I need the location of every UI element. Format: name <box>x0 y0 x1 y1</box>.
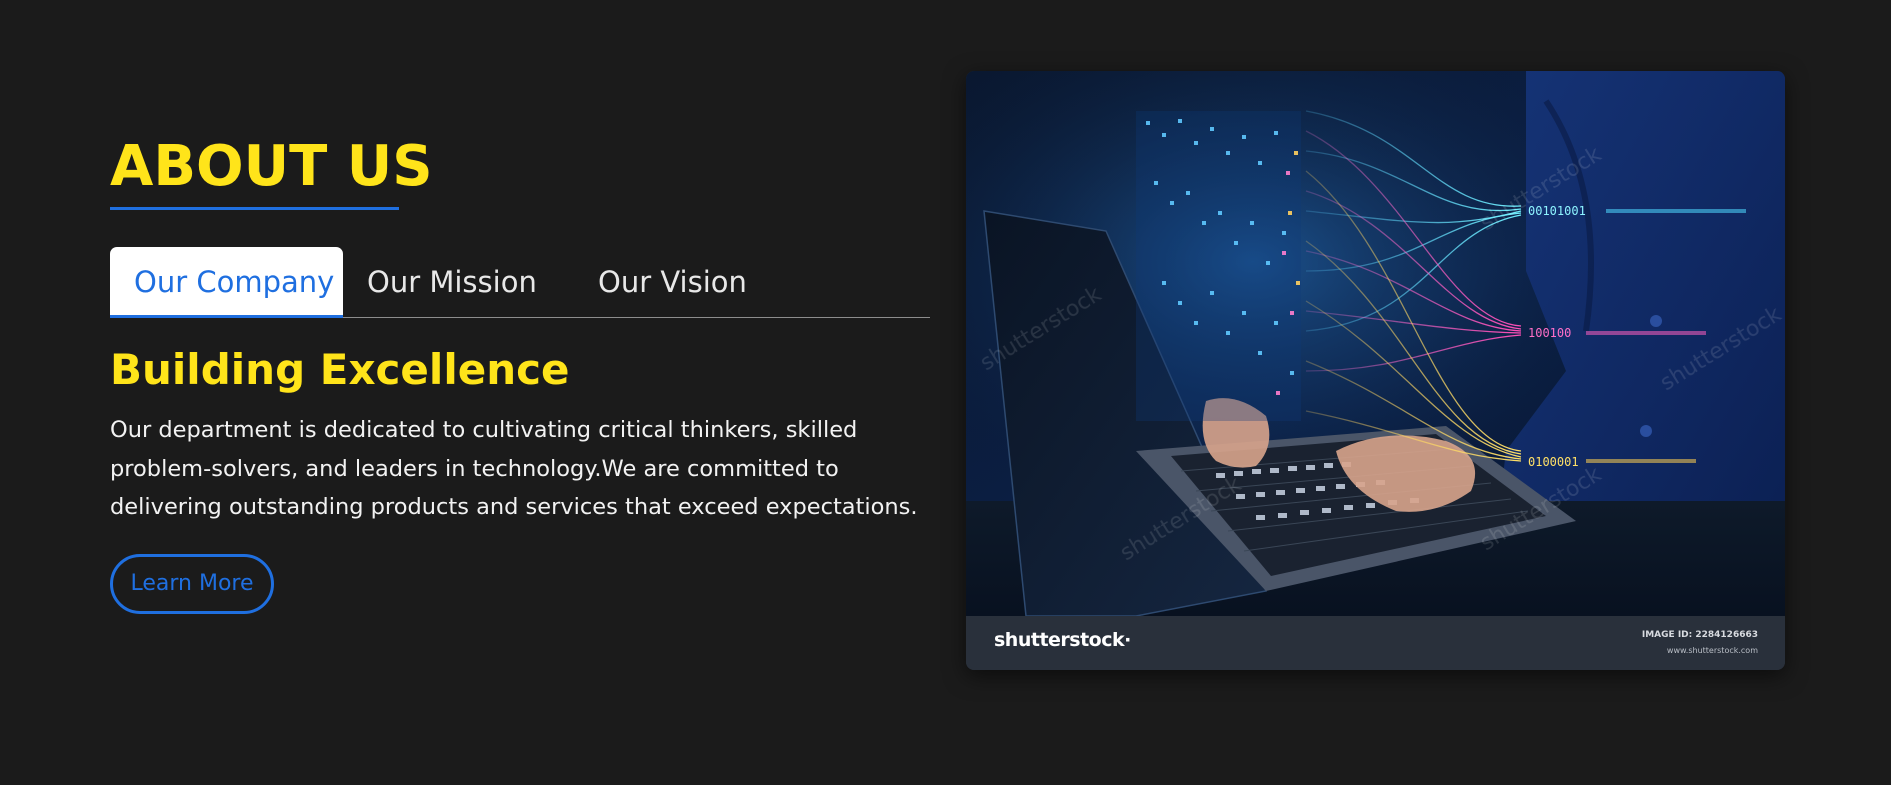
tab-bar: Our Company Our Mission Our Vision <box>110 247 930 318</box>
image-id: IMAGE ID: 2284126663 <box>1642 630 1758 640</box>
tab-our-vision[interactable]: Our Vision <box>574 247 771 318</box>
binary-stream-gold: 0100001 <box>1528 455 1579 469</box>
learn-more-button[interactable]: Learn More <box>110 554 274 614</box>
page-title: ABOUT US <box>110 134 433 199</box>
brand-name: shutterstock <box>994 629 1125 651</box>
tab-our-mission[interactable]: Our Mission <box>343 247 561 318</box>
stock-photo-footer: shutterstock· IMAGE ID: 2284126663 www.s… <box>966 616 1785 670</box>
binary-stream-pink: 100100 <box>1528 326 1571 340</box>
shutterstock-logo: shutterstock· <box>994 629 1131 651</box>
image-id-label: IMAGE ID: <box>1641 630 1693 640</box>
brand-suffix: · <box>1124 629 1131 651</box>
page: ABOUT US Our Company Our Mission Our Vis… <box>0 0 1891 785</box>
image-url: www.shutterstock.com <box>1666 646 1758 655</box>
laptop-data-stream-image: 00101001 100100 0100001 shutterstock shu… <box>966 71 1785 616</box>
hero-image-card: 00101001 100100 0100001 shutterstock shu… <box>966 71 1785 670</box>
image-id-value: 2284126663 <box>1695 630 1758 640</box>
section-description: Our department is dedicated to cultivati… <box>110 417 918 520</box>
title-underline <box>110 207 399 210</box>
tab-our-company[interactable]: Our Company <box>110 247 343 318</box>
section-heading: Building Excellence <box>110 345 570 394</box>
